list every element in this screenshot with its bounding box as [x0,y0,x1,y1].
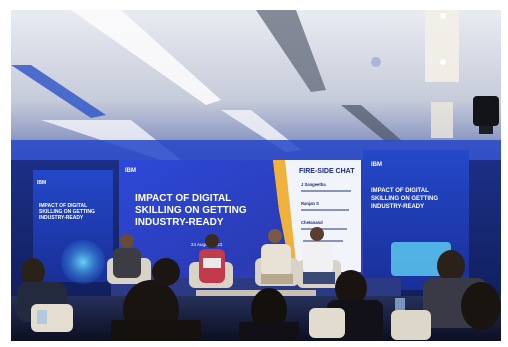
spotlight [440,13,446,19]
audience-head [21,258,45,286]
fireside-speaker: Chetanand [301,220,323,225]
side-screen-left-line3: INDUSTRY-READY [39,215,84,221]
water-bottle [395,298,405,310]
side-screen-left-graphic [61,240,105,284]
side-screen-right-line2: SKILLING ON GETTING [371,196,438,202]
audience-chair [391,310,431,340]
audience-body [239,322,299,341]
spotlight [440,59,446,65]
audience-head [152,258,180,286]
ceiling-pillar-light [431,102,453,138]
main-screen-title-line3: INDUSTRY-READY [135,217,224,228]
panelist-body [261,244,291,276]
panelist-head [310,227,324,241]
audience-chair [309,308,345,338]
side-screen-left-brand: IBM [37,180,46,186]
photo-frame: IBM IMPACT OF DIGITAL SKILLING ON GETTIN… [11,10,501,341]
fireside-speaker-detail [303,240,343,242]
fireside-speaker: J Sangeetha [301,182,326,187]
panelist-head [268,229,282,243]
stage-light-mount [479,126,493,134]
audience-body [111,320,201,341]
panelist-head [120,234,134,248]
side-screen-right-line1: IMPACT OF DIGITAL [371,188,429,194]
audience-head [461,282,501,330]
spotlight [371,57,381,67]
water-bottle [37,310,47,324]
panelist-legs [261,274,293,284]
panelist-body [303,242,333,274]
event-photo: IBM IMPACT OF DIGITAL SKILLING ON GETTIN… [11,10,501,341]
fireside-speaker: Ranjan S [301,201,319,206]
fireside-heading: FIRE-SIDE CHAT [299,168,355,175]
main-screen-title-line2: SKILLING ON GETTING [135,205,247,216]
panelist-paper [203,258,221,268]
ceiling-pillar-light [425,10,459,82]
main-screen-brand: IBM [125,168,136,174]
panelist-body [113,248,141,278]
panelist-legs [303,272,335,284]
fireside-speaker-detail [301,228,347,230]
panelist-head [205,234,219,248]
side-screen-right-brand: IBM [371,162,382,168]
fireside-speaker-detail [301,190,351,192]
side-screen-right-line3: INDUSTRY-READY [371,204,424,210]
fireside-speaker-detail [301,209,349,211]
stage-light-fixture [473,96,499,126]
audience-head [437,250,465,282]
main-screen-title-line1: IMPACT OF DIGITAL [135,193,231,204]
